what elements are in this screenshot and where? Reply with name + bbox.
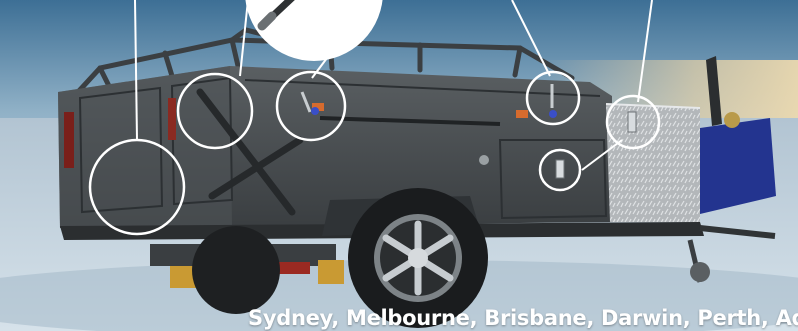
trailer-illustration xyxy=(0,0,798,331)
locations-caption: Sydney, Melbourne, Brisbane, Darwin, Per… xyxy=(248,306,798,330)
product-photo: Sydney, Melbourne, Brisbane, Darwin, Per… xyxy=(0,0,798,331)
